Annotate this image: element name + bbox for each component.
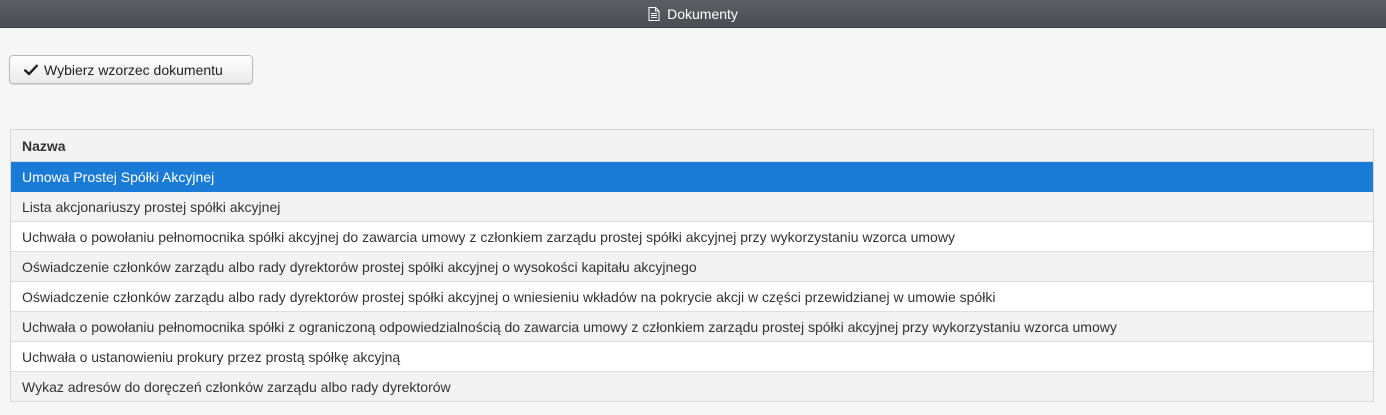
- column-header-name[interactable]: Nazwa: [11, 130, 1373, 162]
- table-row[interactable]: Umowa Prostej Spółki Akcyjnej: [11, 162, 1373, 192]
- row-name: Uchwała o powołaniu pełnomocnika spółki …: [22, 228, 955, 245]
- documents-table: Nazwa Umowa Prostej Spółki Akcyjnej List…: [10, 129, 1374, 402]
- table-row[interactable]: Oświadczenie członków zarządu albo rady …: [11, 282, 1373, 312]
- check-icon: [24, 64, 38, 75]
- table-row[interactable]: Uchwała o ustanowieniu prokury przez pro…: [11, 342, 1373, 372]
- table-row[interactable]: Uchwała o powołaniu pełnomocnika spółki …: [11, 222, 1373, 252]
- row-name: Oświadczenie członków zarządu albo rady …: [22, 288, 996, 305]
- window-titlebar: Dokumenty: [0, 0, 1386, 28]
- window-title: Dokumenty: [667, 5, 738, 22]
- row-name: Uchwała o ustanowieniu prokury przez pro…: [22, 348, 401, 365]
- select-template-button[interactable]: Wybierz wzorzec dokumentu: [9, 55, 253, 84]
- row-name: Uchwała o powołaniu pełnomocnika spółki …: [22, 318, 1117, 335]
- table-row[interactable]: Wykaz adresów do doręczeń członków zarzą…: [11, 372, 1373, 402]
- table-row[interactable]: Lista akcjonariuszy prostej spółki akcyj…: [11, 192, 1373, 222]
- row-name: Umowa Prostej Spółki Akcyjnej: [22, 168, 215, 185]
- row-name: Oświadczenie członków zarządu albo rady …: [22, 258, 697, 275]
- row-name: Lista akcjonariuszy prostej spółki akcyj…: [22, 198, 281, 215]
- table-row[interactable]: Uchwała o powołaniu pełnomocnika spółki …: [11, 312, 1373, 342]
- column-header-label: Nazwa: [22, 137, 66, 154]
- select-template-label: Wybierz wzorzec dokumentu: [44, 61, 223, 78]
- table-row[interactable]: Oświadczenie członków zarządu albo rady …: [11, 252, 1373, 282]
- row-name: Wykaz adresów do doręczeń członków zarzą…: [22, 378, 451, 395]
- document-icon: [648, 6, 660, 21]
